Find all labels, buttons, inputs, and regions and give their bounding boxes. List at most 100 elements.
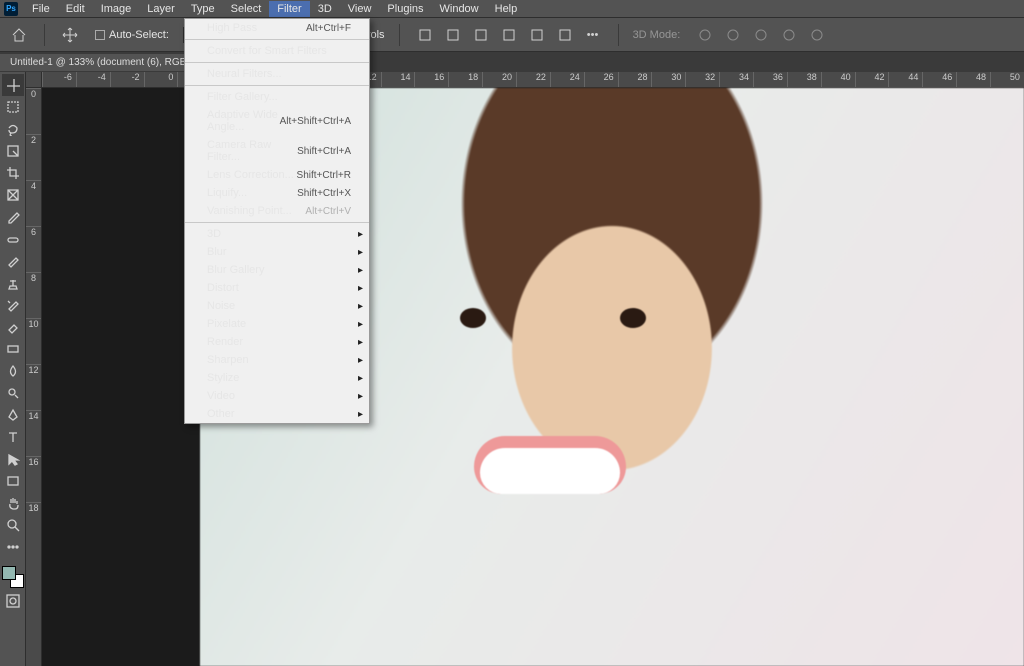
path-select-tool[interactable] — [2, 448, 24, 470]
fg-color-swatch[interactable] — [2, 566, 16, 580]
object-select-tool[interactable] — [2, 140, 24, 162]
filter-menu-item[interactable]: Blur — [185, 243, 369, 261]
blur-tool[interactable] — [2, 360, 24, 382]
menu-item-shortcut: Alt+Ctrl+V — [305, 206, 351, 217]
align-vertical-center-icon[interactable] — [526, 24, 548, 46]
clone-stamp-tool[interactable] — [2, 272, 24, 294]
ruler-tick: 40 — [821, 72, 855, 87]
align-right-edges-icon[interactable] — [470, 24, 492, 46]
menu-item-label: Lens Correction... — [207, 169, 294, 181]
auto-select-label: Auto-Select: — [109, 29, 169, 41]
pen-tool[interactable] — [2, 404, 24, 426]
ruler-tick: -2 — [110, 72, 144, 87]
rect-marquee-tool[interactable] — [2, 96, 24, 118]
ruler-tick: 26 — [584, 72, 618, 87]
move-tool-icon — [59, 24, 81, 46]
filter-menu-item[interactable]: Pixelate — [185, 315, 369, 333]
filter-menu-item[interactable]: Filter Gallery... — [185, 88, 369, 106]
menu-item-label: Camera Raw Filter... — [207, 139, 297, 163]
menu-plugins[interactable]: Plugins — [379, 1, 431, 17]
eraser-tool[interactable] — [2, 316, 24, 338]
filter-menu-item[interactable]: Distort — [185, 279, 369, 297]
menu-type[interactable]: Type — [183, 1, 223, 17]
menu-item-label: Pixelate — [207, 318, 246, 330]
history-brush-tool[interactable] — [2, 294, 24, 316]
hand-tool[interactable] — [2, 492, 24, 514]
more-icon[interactable]: ••• — [582, 24, 604, 46]
spot-heal-tool[interactable] — [2, 228, 24, 250]
ruler-tick: 22 — [516, 72, 550, 87]
filter-menu-item[interactable]: Blur Gallery — [185, 261, 369, 279]
filter-menu-item[interactable]: Adaptive Wide Angle...Alt+Shift+Ctrl+A — [185, 106, 369, 136]
menu-filter[interactable]: Filter — [269, 1, 309, 17]
ruler-tick: 24 — [550, 72, 584, 87]
menu-item-shortcut: Alt+Shift+Ctrl+A — [280, 116, 351, 127]
filter-menu-item[interactable]: Stylize — [185, 369, 369, 387]
color-swatches[interactable] — [2, 566, 24, 588]
ruler-tick: -6 — [42, 72, 76, 87]
menu-3d[interactable]: 3D — [310, 1, 340, 17]
menu-view[interactable]: View — [340, 1, 380, 17]
filter-menu-item[interactable]: Sharpen — [185, 351, 369, 369]
ruler-tick: 2 — [26, 134, 41, 180]
home-icon[interactable] — [8, 24, 30, 46]
ruler-tick: 44 — [888, 72, 922, 87]
menu-edit[interactable]: Edit — [58, 1, 93, 17]
ruler-tick: 46 — [922, 72, 956, 87]
menu-image[interactable]: Image — [93, 1, 140, 17]
separator — [399, 24, 400, 46]
lasso-tool[interactable] — [2, 118, 24, 140]
menu-item-label: Liquify... — [207, 187, 247, 199]
ruler-tick: 18 — [26, 502, 41, 548]
type-tool[interactable] — [2, 426, 24, 448]
menu-window[interactable]: Window — [432, 1, 487, 17]
filter-menu-item: Vanishing Point...Alt+Ctrl+V — [185, 202, 369, 220]
ruler-tick: 14 — [381, 72, 415, 87]
zoom-3d-icon — [806, 24, 828, 46]
ruler-tick: 42 — [855, 72, 889, 87]
brush-tool[interactable] — [2, 250, 24, 272]
align-left-edges-icon[interactable] — [414, 24, 436, 46]
align-horizontal-center-icon[interactable] — [442, 24, 464, 46]
options-bar: Auto-Select: Layer Show Transform Contro… — [0, 18, 1024, 52]
move-tool[interactable] — [2, 74, 24, 96]
separator — [618, 24, 619, 46]
align-bottom-edges-icon[interactable] — [554, 24, 576, 46]
menu-layer[interactable]: Layer — [139, 1, 183, 17]
ruler-tick: 4 — [26, 180, 41, 226]
auto-select-checkbox[interactable]: Auto-Select: — [95, 29, 169, 41]
filter-menu-item[interactable]: Camera Raw Filter...Shift+Ctrl+A — [185, 136, 369, 166]
ruler-vertical[interactable]: 024681012141618 — [26, 88, 42, 666]
ruler-origin[interactable] — [26, 72, 42, 88]
ruler-tick: 48 — [956, 72, 990, 87]
align-top-edges-icon[interactable] — [498, 24, 520, 46]
filter-menu-item[interactable]: Liquify...Shift+Ctrl+X — [185, 184, 369, 202]
quick-mask-icon[interactable] — [2, 590, 24, 612]
zoom-tool[interactable] — [2, 514, 24, 536]
menu-select[interactable]: Select — [223, 1, 270, 17]
ruler-tick: -4 — [76, 72, 110, 87]
edit-toolbar[interactable] — [2, 536, 24, 558]
document-tab[interactable]: Untitled-1 @ 133% (document (6), RGB… — [0, 54, 214, 71]
ruler-tick: 8 — [26, 272, 41, 318]
frame-tool[interactable] — [2, 184, 24, 206]
menu-file[interactable]: File — [24, 1, 58, 17]
filter-menu-item[interactable]: Video — [185, 387, 369, 405]
filter-menu-item[interactable]: High PassAlt+Ctrl+F — [185, 19, 369, 37]
filter-menu-item[interactable]: 3D — [185, 225, 369, 243]
gradient-tool[interactable] — [2, 338, 24, 360]
dodge-tool[interactable] — [2, 382, 24, 404]
eyedropper-tool[interactable] — [2, 206, 24, 228]
rectangle-tool[interactable] — [2, 470, 24, 492]
menu-help[interactable]: Help — [487, 1, 526, 17]
filter-menu-item: Convert for Smart Filters — [185, 42, 369, 60]
filter-menu-item[interactable]: Noise — [185, 297, 369, 315]
filter-menu-item[interactable]: Lens Correction...Shift+Ctrl+R — [185, 166, 369, 184]
menu-item-label: Video — [207, 390, 235, 402]
filter-menu-item[interactable]: Render — [185, 333, 369, 351]
ruler-tick: 14 — [26, 410, 41, 456]
ruler-tick: 38 — [787, 72, 821, 87]
filter-menu-item[interactable]: Other — [185, 405, 369, 423]
orbit-3d-icon — [694, 24, 716, 46]
crop-tool[interactable] — [2, 162, 24, 184]
